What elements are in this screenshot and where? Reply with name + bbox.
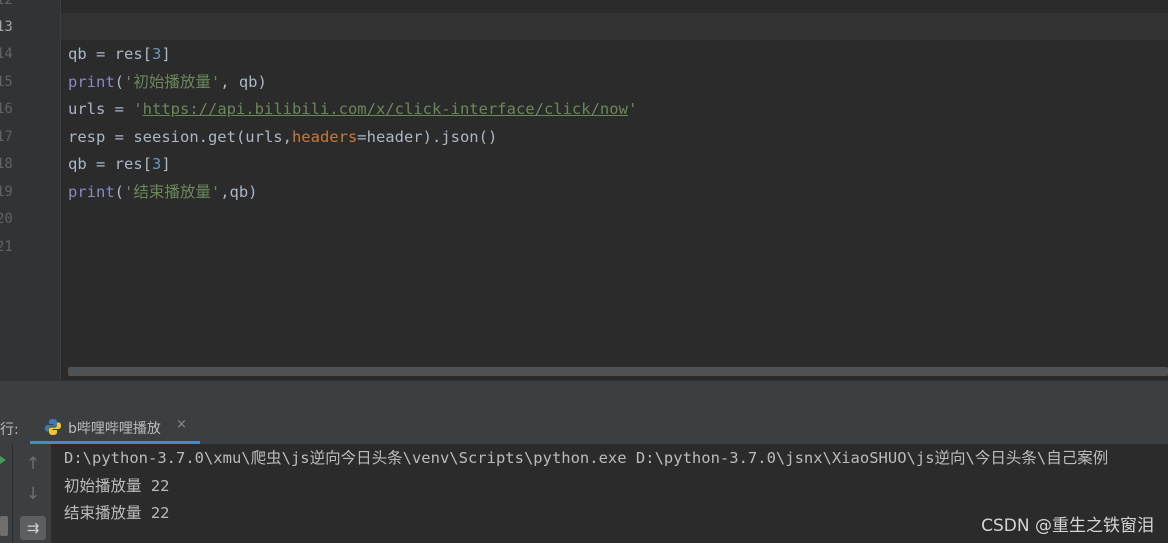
line-number: 20 [0, 211, 13, 227]
code-line[interactable]: urls = 'https://api.bilibili.com/x/click… [68, 99, 637, 119]
line-number: 14 [0, 46, 13, 62]
code-line[interactable]: print('初始播放量', qb) [68, 72, 267, 92]
line-number-gutter: 12 13 14 15 16 17 18 19 20 21 [0, 0, 61, 380]
run-tool-window-header: 行: b哔哩哔哩播放 × [0, 410, 1168, 445]
soft-wrap-icon[interactable]: ⇉ [20, 516, 46, 540]
line-number: 12 [0, 0, 13, 8]
panel-divider[interactable] [0, 380, 1168, 411]
line-number: 21 [0, 239, 13, 255]
current-line-highlight [61, 13, 1168, 40]
stop-icon[interactable] [0, 516, 8, 536]
run-sidebar-strip [0, 444, 13, 543]
code-line[interactable]: qb = res[3] [68, 154, 171, 174]
line-number: 15 [0, 74, 13, 90]
code-line[interactable]: resp = seesion.get(urls,headers=header).… [68, 127, 497, 147]
run-toolbar: ↑ ↓ ⇉ [13, 444, 51, 543]
arrow-up-icon[interactable]: ↑ [20, 452, 46, 476]
watermark: CSDN @重生之铁窗泪 [981, 516, 1154, 536]
console-line: D:\python-3.7.0\xmu\爬虫\js逆向今日头条\venv\Scr… [64, 449, 1109, 467]
line-number: 18 [0, 156, 13, 172]
code-line[interactable]: qb = res[3] [68, 44, 171, 64]
console-line: 结束播放量 22 [64, 504, 170, 522]
run-label: 行: [0, 422, 19, 438]
url-link[interactable]: https://api.bilibili.com/x/click-interfa… [143, 100, 628, 118]
code-line[interactable]: print('结束播放量',qb) [68, 182, 258, 202]
line-number: 16 [0, 101, 13, 117]
line-number-current: 13 [0, 19, 13, 35]
console-line: 初始播放量 22 [64, 477, 170, 495]
python-file-icon [45, 419, 61, 435]
run-icon[interactable] [0, 456, 6, 464]
line-number: 17 [0, 129, 13, 145]
arrow-down-icon[interactable]: ↓ [20, 482, 46, 506]
line-number: 19 [0, 184, 13, 200]
run-tab[interactable]: b哔哩哔哩播放 × [30, 410, 200, 444]
run-tab-label: b哔哩哔哩播放 [68, 421, 161, 437]
code-editor[interactable]: 12 13 14 15 16 17 18 19 20 21 qb = res[3… [0, 0, 1168, 380]
close-icon[interactable]: × [176, 417, 187, 432]
horizontal-scrollbar[interactable] [68, 367, 1168, 376]
